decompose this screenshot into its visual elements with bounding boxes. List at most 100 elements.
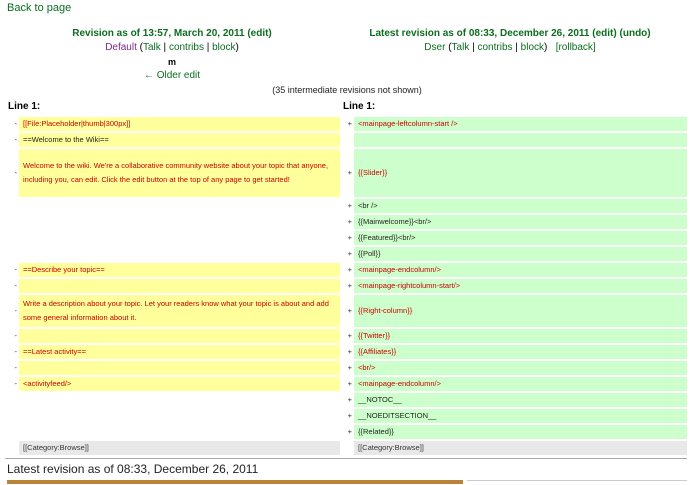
new-revision-title-text[interactable]: Latest revision as of 08:33, December 26… (369, 28, 589, 39)
diff-marker-right: + (347, 306, 352, 315)
diff-new-line: {{Related}} (354, 425, 687, 439)
diff-marker-left (5, 199, 19, 213)
diff-table: - [[File:Placeholder|thumb|300px]] + <mainp… (5, 115, 687, 457)
old-revision-title-text[interactable]: Revision as of 13:57, March 20, 2011 (72, 28, 244, 39)
diff-marker-right: + (347, 379, 352, 388)
diff-marker-left (5, 393, 19, 407)
diff-new-line: <mainpage-leftcolumn-start /> (354, 117, 687, 131)
rollback-link[interactable]: [rollback] (556, 42, 596, 53)
diff-marker-left (5, 409, 19, 423)
diff-marker-right: + (347, 331, 352, 340)
diff-old-line: Welcome to the wiki. We're a collaborati… (19, 149, 340, 197)
diff-marker-left: - (14, 331, 18, 340)
diff-marker-left (5, 425, 19, 439)
new-revision-title: Latest revision as of 08:33, December 26… (340, 27, 680, 41)
diff-row: - ==Welcome to the Wiki== (5, 133, 687, 147)
diff-marker-right: + (347, 201, 352, 210)
diff-row: - <activityfeed/> + <mainpage-endcolumn/> (5, 377, 687, 391)
diff-marker-left: - (14, 265, 18, 274)
diff-new-line: {{Twitter}} (354, 329, 687, 343)
diff-old-line (19, 361, 340, 375)
diff-new-line: {{Slider}} (354, 149, 687, 197)
diff-marker-left (5, 441, 19, 455)
diff-marker-right: + (347, 217, 352, 226)
diff-row: - ==Latest activity== + {{Affiliates}} (5, 345, 687, 359)
page-content-image (7, 480, 463, 484)
diff-marker-left: - (14, 379, 18, 388)
diff-old-line (19, 215, 340, 229)
old-revision-title: Revision as of 13:57, March 20, 2011 (ed… (2, 27, 342, 41)
diff-marker-left: - (14, 168, 18, 177)
back-to-page-link[interactable]: Back to page (7, 2, 71, 14)
old-revision-username[interactable]: Default (105, 42, 137, 53)
diff-row: - Write a description about your topic. L… (5, 295, 687, 327)
diff-marker-left: - (14, 281, 18, 290)
diff-old-line: ==Describe your topic== (19, 263, 340, 277)
diff-new-line: <mainpage-rightcolumn-start/> (354, 279, 687, 293)
diff-new-line: <mainpage-endcolumn/> (354, 263, 687, 277)
diff-marker-left (5, 231, 19, 245)
diff-row: + {{Featured}}<br/> (5, 231, 687, 245)
new-revision-undo-link[interactable]: (undo) (620, 28, 651, 39)
diff-new-line: <br /> (354, 199, 687, 213)
latest-revision-heading: Latest revision as of 08:33, December 26… (7, 462, 259, 476)
diff-new-line (354, 133, 687, 147)
old-revision-header: Revision as of 13:57, March 20, 2011 (ed… (2, 27, 342, 83)
diff-row: - + {{Twitter}} (5, 329, 687, 343)
diff-row: + {{Poll}} (5, 247, 687, 261)
diff-marker-right (340, 133, 354, 147)
new-revision-user-line: Dser (Talk | contribs | block) [rollback… (424, 42, 596, 53)
new-revision-header: Latest revision as of 08:33, December 26… (340, 27, 680, 55)
intermediate-revisions-note: (35 intermediate revisions not shown) (272, 85, 422, 95)
diff-row: + {{Mainwelcome}}<br/> (5, 215, 687, 229)
diff-marker-left: - (14, 135, 18, 144)
diff-old-line (19, 247, 340, 261)
diff-row: + __NOTOC__ (5, 393, 687, 407)
diff-old-line (19, 425, 340, 439)
new-revision-contribs-link[interactable]: contribs (477, 42, 512, 53)
new-revision-edit-link[interactable]: (edit) (592, 28, 616, 39)
diff-marker-right: + (347, 168, 352, 177)
section-divider (5, 458, 687, 459)
diff-row: [[Category:Browse]] [[Category:Browse]] (5, 441, 687, 455)
diff-row: - [[File:Placeholder|thumb|300px]] + <mainp… (5, 117, 687, 131)
diff-new-line: {{Affiliates}} (354, 345, 687, 359)
new-revision-block-link[interactable]: block (521, 42, 544, 53)
diff-old-line: [[File:Placeholder|thumb|300px]] (19, 117, 340, 131)
old-revision-user-line: Default (Talk | contribs | block) (105, 42, 239, 53)
old-revision-block-link[interactable]: block (212, 42, 235, 53)
diff-marker-left: - (14, 363, 18, 372)
new-revision-username[interactable]: Dser (424, 42, 445, 53)
old-revision-talk-link[interactable]: Talk (143, 42, 161, 53)
old-revision-contribs-link[interactable]: contribs (169, 42, 204, 53)
diff-new-line: __NOTOC__ (354, 393, 687, 407)
diff-new-line: [[Category:Browse]] (354, 441, 687, 455)
diff-new-line: {{Featured}}<br/> (354, 231, 687, 245)
page-content-sidebar (467, 480, 687, 485)
diff-old-line: Write a description about your topic. Le… (19, 295, 340, 327)
old-revision-edit-link[interactable]: (edit) (247, 28, 271, 39)
diff-row: - + <mainpage-rightcolumn-start/> (5, 279, 687, 293)
diff-old-line: <activityfeed/> (19, 377, 340, 391)
diff-old-line (19, 279, 340, 293)
diff-marker-right (340, 441, 354, 455)
diff-row: - ==Describe your topic== + <mainpage-endco… (5, 263, 687, 277)
diff-old-line: ==Latest activity== (19, 345, 340, 359)
diff-row: - + <br/> (5, 361, 687, 375)
diff-old-line (19, 393, 340, 407)
diff-row: - Welcome to the wiki. We're a collaborat… (5, 149, 687, 197)
diff-marker-left: - (14, 119, 18, 128)
diff-marker-right: + (347, 395, 352, 404)
diff-old-line: ==Welcome to the Wiki== (19, 133, 340, 147)
diff-line-number-right: Line 1: (343, 101, 376, 112)
diff-line-number-left: Line 1: (8, 101, 41, 112)
older-edit-link[interactable]: ← Older edit (144, 70, 200, 81)
diff-marker-right: + (347, 249, 352, 258)
diff-marker-right: + (347, 347, 352, 356)
diff-new-line: {{Mainwelcome}}<br/> (354, 215, 687, 229)
new-revision-talk-link[interactable]: Talk (452, 42, 470, 53)
diff-row: + <br /> (5, 199, 687, 213)
old-revision-summary: m (167, 57, 176, 67)
diff-old-line (19, 231, 340, 245)
diff-marker-right: + (347, 119, 352, 128)
